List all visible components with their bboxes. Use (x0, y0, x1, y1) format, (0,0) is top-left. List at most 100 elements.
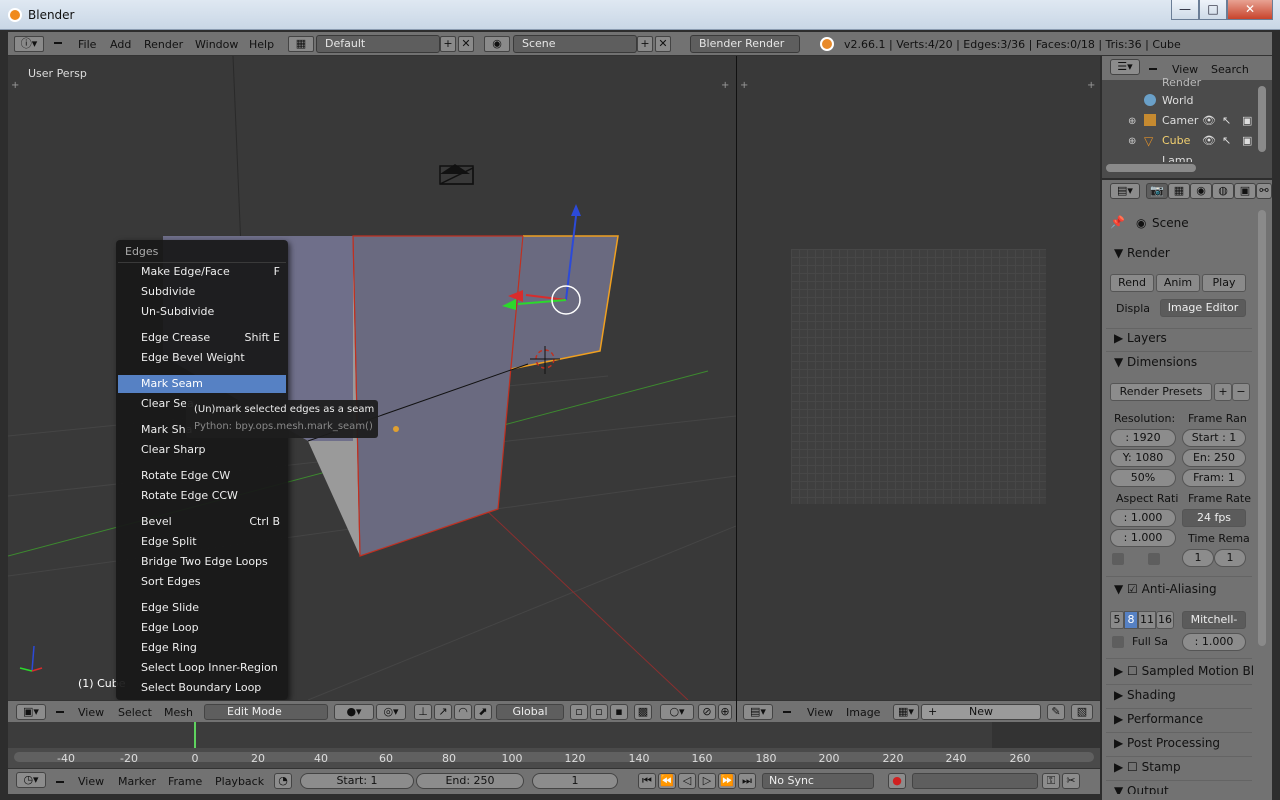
menu-image[interactable]: Image (846, 706, 880, 719)
time-remap-new-field[interactable]: 1 (1214, 549, 1246, 567)
visibility-eye-icon[interactable]: 👁 (1202, 114, 1216, 127)
pin-icon[interactable]: ✎ (1047, 704, 1065, 720)
stamp-panel-header[interactable]: ▶ ☐ Stamp (1114, 760, 1181, 774)
editor-type-image-icon[interactable]: ▤▾ (743, 704, 773, 720)
editor-type-info-icon[interactable]: ⓘ▾ (14, 36, 44, 52)
menu-item-rotate-edge-ccw[interactable]: Rotate Edge CCW (118, 487, 286, 505)
menu-file[interactable]: File (78, 38, 96, 51)
menu-item-sort-edges[interactable]: Sort Edges (118, 573, 286, 591)
timeline-area[interactable]: -40 -20 0 20 40 60 80 100 120 140 160 18… (8, 722, 1100, 768)
region-toggle-icon[interactable]: + (740, 80, 748, 91)
current-frame-field[interactable]: 1 (532, 773, 618, 789)
performance-panel-header[interactable]: ▶ Performance (1114, 712, 1203, 726)
shading-panel-header[interactable]: ▶ Shading (1114, 688, 1176, 702)
edge-select-icon[interactable]: ▫ (590, 704, 608, 720)
aspect-y-field[interactable]: : 1.000 (1110, 529, 1176, 547)
menu-item-edge-slide[interactable]: Edge Slide (118, 599, 286, 617)
render-toggle-icon[interactable]: ▣ (1242, 134, 1252, 147)
record-icon[interactable]: ● (888, 773, 906, 789)
face-select-icon[interactable]: ▪ (610, 704, 628, 720)
minimize-button[interactable]: — (1171, 0, 1199, 20)
outliner-item-render[interactable]: Render (1162, 76, 1201, 89)
current-frame-marker[interactable] (194, 722, 196, 748)
image-browse-icon[interactable]: ▦▾ (893, 704, 919, 720)
outliner-vscroll[interactable] (1258, 86, 1266, 152)
render-toggle-icon[interactable]: ▣ (1242, 114, 1252, 127)
add-scene-icon[interactable]: + (637, 36, 653, 52)
output-panel-header[interactable]: ▼ Output (1114, 784, 1169, 794)
timeline-scrollbar[interactable] (14, 752, 1094, 762)
snap-element-icon[interactable]: ⊕ (718, 704, 732, 720)
editor-type-outliner-icon[interactable]: ☰▾ (1110, 59, 1140, 75)
menu-item-edge-crease[interactable]: Edge Crease Shift E (118, 329, 286, 347)
outliner-item-world[interactable]: World (1162, 94, 1194, 107)
full-sample-checkbox[interactable] (1112, 636, 1124, 648)
aa-samples-11[interactable]: 11 (1138, 611, 1156, 629)
editor-type-3d-icon[interactable]: ▣▾ (16, 704, 46, 720)
menu-render[interactable]: Render (144, 38, 183, 51)
motion-blur-panel-header[interactable]: ▶ ☐ Sampled Motion Bl (1114, 664, 1254, 678)
region-toggle-right-icon[interactable]: + (721, 80, 729, 91)
vertex-select-icon[interactable]: ▫ (570, 704, 588, 720)
aa-samples-16[interactable]: 16 (1156, 611, 1174, 629)
menu-help[interactable]: Help (249, 38, 274, 51)
resolution-percent-field[interactable]: 50% (1110, 469, 1176, 487)
display-select[interactable]: Image Editor (1160, 299, 1246, 317)
jump-keyframe-forward-icon[interactable]: ⏩ (718, 773, 736, 789)
select-arrow-icon[interactable]: ↖ (1222, 134, 1231, 147)
play-reverse-icon[interactable]: ◁ (678, 773, 696, 789)
border-checkbox[interactable] (1112, 553, 1124, 565)
editor-type-properties-icon[interactable]: ▤▾ (1110, 183, 1140, 199)
visibility-eye-icon[interactable]: 👁 (1202, 134, 1216, 147)
expand-icon[interactable]: ⊕ (1128, 116, 1136, 127)
scene-tab-icon[interactable]: ◉ (1190, 183, 1212, 199)
menu-item-rotate-edge-cw[interactable]: Rotate Edge CW (118, 467, 286, 485)
menu-item-edge-loop[interactable]: Edge Loop (118, 619, 286, 637)
menu-view[interactable]: View (1172, 63, 1198, 76)
world-tab-icon[interactable]: ◍ (1212, 183, 1234, 199)
anti-aliasing-panel-header[interactable]: ▼ ☑ Anti-Aliasing (1114, 582, 1217, 596)
frame-end-field[interactable]: En: 250 (1182, 449, 1246, 467)
snap-icon[interactable]: ⊘ (698, 704, 716, 720)
menu-item-mark-seam[interactable]: Mark Seam (118, 375, 286, 393)
editor-type-timeline-icon[interactable]: ◷▾ (16, 772, 46, 788)
frame-start-field[interactable]: Start : 1 (1182, 429, 1246, 447)
fps-select[interactable]: 24 fps (1182, 509, 1246, 527)
menu-view[interactable]: View (807, 706, 833, 719)
collapse-icon[interactable] (1149, 68, 1157, 70)
menu-item-select-boundary-loop[interactable]: Select Boundary Loop (118, 679, 286, 697)
menu-item-make-edge-face[interactable]: Make Edge/Face F (118, 263, 286, 281)
screen-layout-icon[interactable]: ▦ (288, 36, 314, 52)
constraints-tab-icon[interactable]: ⚯ (1256, 183, 1272, 199)
menu-item-un-subdivide[interactable]: Un-Subdivide (118, 303, 286, 321)
frame-step-field[interactable]: Fram: 1 (1182, 469, 1246, 487)
remove-scene-icon[interactable]: ✕ (655, 36, 671, 52)
render-panel-header[interactable]: ▼ Render (1114, 246, 1170, 260)
menu-item-edge-split[interactable]: Edge Split (118, 533, 286, 551)
translate-icon[interactable]: ↗ (434, 704, 452, 720)
collapse-icon[interactable] (56, 711, 64, 713)
mode-select[interactable]: Edit Mode (204, 704, 328, 720)
expand-icon[interactable]: ⊕ (1128, 136, 1136, 147)
menu-item-clear-sharp[interactable]: Clear Sharp (118, 441, 286, 459)
menu-item-bevel[interactable]: Bevel Ctrl B (118, 513, 286, 531)
maximize-button[interactable]: □ (1199, 0, 1227, 20)
keying-set-field[interactable] (912, 773, 1038, 789)
menu-item-select-loop-inner-region[interactable]: Select Loop Inner-Region (118, 659, 286, 677)
start-frame-field[interactable]: Start: 1 (300, 773, 414, 789)
render-engine-select[interactable]: Blender Render (690, 35, 800, 53)
aa-samples-8[interactable]: 8 (1124, 611, 1138, 629)
render-image-button[interactable]: Rend (1110, 274, 1154, 292)
render-tab-icon[interactable]: 📷 (1146, 183, 1168, 199)
collapse-icon[interactable] (783, 711, 791, 713)
menu-marker[interactable]: Marker (118, 775, 156, 788)
outliner-item-lamp[interactable]: Lamp (1162, 154, 1193, 162)
manipulator-toggle-icon[interactable]: ⊥ (414, 704, 432, 720)
outliner-hscroll[interactable] (1106, 164, 1196, 172)
render-presets-select[interactable]: Render Presets (1110, 383, 1212, 401)
play-icon[interactable]: ▷ (698, 773, 716, 789)
jump-keyframe-back-icon[interactable]: ⏪ (658, 773, 676, 789)
render-animation-button[interactable]: Anim (1156, 274, 1200, 292)
anti-aliasing-checkbox[interactable]: ☑ (1127, 582, 1142, 596)
screen-layout-field[interactable]: Default (316, 35, 440, 53)
